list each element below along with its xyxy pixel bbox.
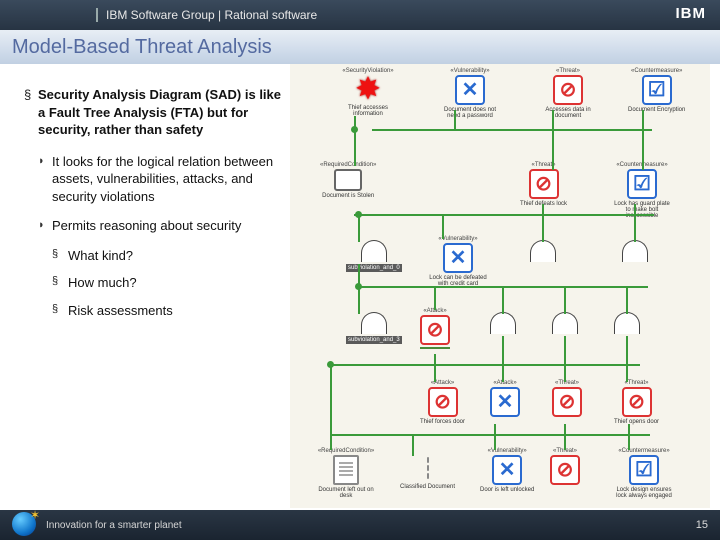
- gate-4: [490, 312, 516, 334]
- connector: [564, 424, 566, 450]
- connector: [330, 364, 640, 366]
- gate-or-2: [622, 240, 648, 262]
- connector: [626, 286, 628, 314]
- globe-icon: [12, 512, 36, 536]
- connector: [634, 204, 636, 242]
- node-attack-force: «Attack»⊘Thief forces door: [420, 380, 465, 425]
- node-violation: «SecurityViolation»✸Thief accesses infor…: [338, 68, 398, 117]
- connector: [434, 286, 436, 310]
- connector: [412, 434, 414, 456]
- node-reqcond-stolen: «RequiredCondition»Document is Stolen: [320, 162, 376, 199]
- connector: [542, 204, 544, 242]
- junction-dot: [351, 126, 358, 133]
- text-column: §Security Analysis Diagram (SAD) is like…: [0, 64, 290, 508]
- node-vuln-nopw: «Vulnerability»✕Document does not need a…: [440, 68, 500, 119]
- connector: [330, 364, 332, 450]
- ibm-logo: IBM: [676, 6, 707, 21]
- footer-tagline: Innovation for a smarter planet: [46, 520, 182, 531]
- junction-dot: [355, 211, 362, 218]
- title-bar: Model-Based Threat Analysis: [0, 30, 720, 64]
- node-threat-row5: «Threat»⊘: [552, 380, 582, 417]
- bullet-s2c: §Risk assessments: [52, 302, 282, 320]
- node-cm-lockdesign: «Countermeasure»☑Lock design ensures loc…: [614, 448, 674, 499]
- gate-5: [552, 312, 578, 334]
- connector: [358, 214, 360, 242]
- connector: [442, 214, 444, 239]
- junction-dot: [355, 283, 362, 290]
- connector: [330, 434, 650, 436]
- content-area: §Security Analysis Diagram (SAD) is like…: [0, 64, 720, 508]
- bullet-s2a: §What kind?: [52, 247, 282, 265]
- diagram-column: «SecurityViolation»✸Thief accesses infor…: [290, 64, 720, 508]
- footer-bar: Innovation for a smarter planet 15: [0, 510, 720, 540]
- connector: [642, 110, 644, 170]
- connector: [552, 110, 554, 170]
- node-threat-access: «Threat»⊘Accesses data in document: [538, 68, 598, 119]
- connector: [564, 336, 566, 382]
- node-threat-row6: «Threat»⊘: [550, 448, 580, 485]
- node-cm-encrypt: «Countermeasure»☑Document Encryption: [628, 68, 685, 113]
- connector: [628, 424, 630, 450]
- header-org: IBM Software Group | Rational software: [106, 8, 317, 22]
- junction-dot: [327, 361, 334, 368]
- slide-title: Model-Based Threat Analysis: [12, 36, 272, 59]
- bullet-sub2: ◗Permits reasoning about security: [38, 217, 282, 235]
- gate-and-3: subviolation_and_3: [346, 312, 402, 344]
- connector: [626, 336, 628, 382]
- node-threat-opens: «Threat»⊘Thief opens door: [614, 380, 659, 425]
- node-asset-doc: Classified Document: [400, 454, 455, 490]
- connector: [494, 424, 496, 450]
- header-divider: [96, 8, 98, 22]
- node-threat-defeat: «Threat»⊘Thief defeats lock: [520, 162, 567, 207]
- bullet-main: §Security Analysis Diagram (SAD) is like…: [24, 86, 282, 139]
- bullet-s2b: §How much?: [52, 274, 282, 292]
- node-attack-1: «Attack»⊘: [420, 308, 450, 349]
- connector: [354, 214, 654, 216]
- node-vuln-row5: «Attack»✕: [490, 380, 520, 417]
- header-bar: IBM Software Group | Rational software I…: [0, 0, 720, 30]
- sad-diagram: «SecurityViolation»✸Thief accesses infor…: [290, 64, 710, 508]
- node-vuln-unlocked: «Vulnerability»✕Door is left unlocked: [480, 448, 534, 493]
- connector: [454, 110, 456, 129]
- connector: [502, 286, 504, 314]
- node-reqcond-desk: «RequiredCondition»Document left out on …: [316, 448, 376, 499]
- bullet-sub1: ◗It looks for the logical relation betwe…: [38, 153, 282, 206]
- gate-6: [614, 312, 640, 334]
- gate-and-0: subviolation_and_0: [346, 240, 402, 272]
- gate-or-1: [530, 240, 556, 262]
- page-number: 15: [696, 519, 708, 531]
- connector: [434, 354, 436, 382]
- connector: [354, 116, 356, 166]
- connector: [564, 286, 566, 314]
- node-cm-guardplate: «Countermeasure»☑Lock has guard plate to…: [612, 162, 672, 219]
- connector: [372, 129, 652, 131]
- connector: [502, 336, 504, 382]
- node-vuln-creditcard: «Vulnerability»✕Lock can be defeated wit…: [428, 236, 488, 287]
